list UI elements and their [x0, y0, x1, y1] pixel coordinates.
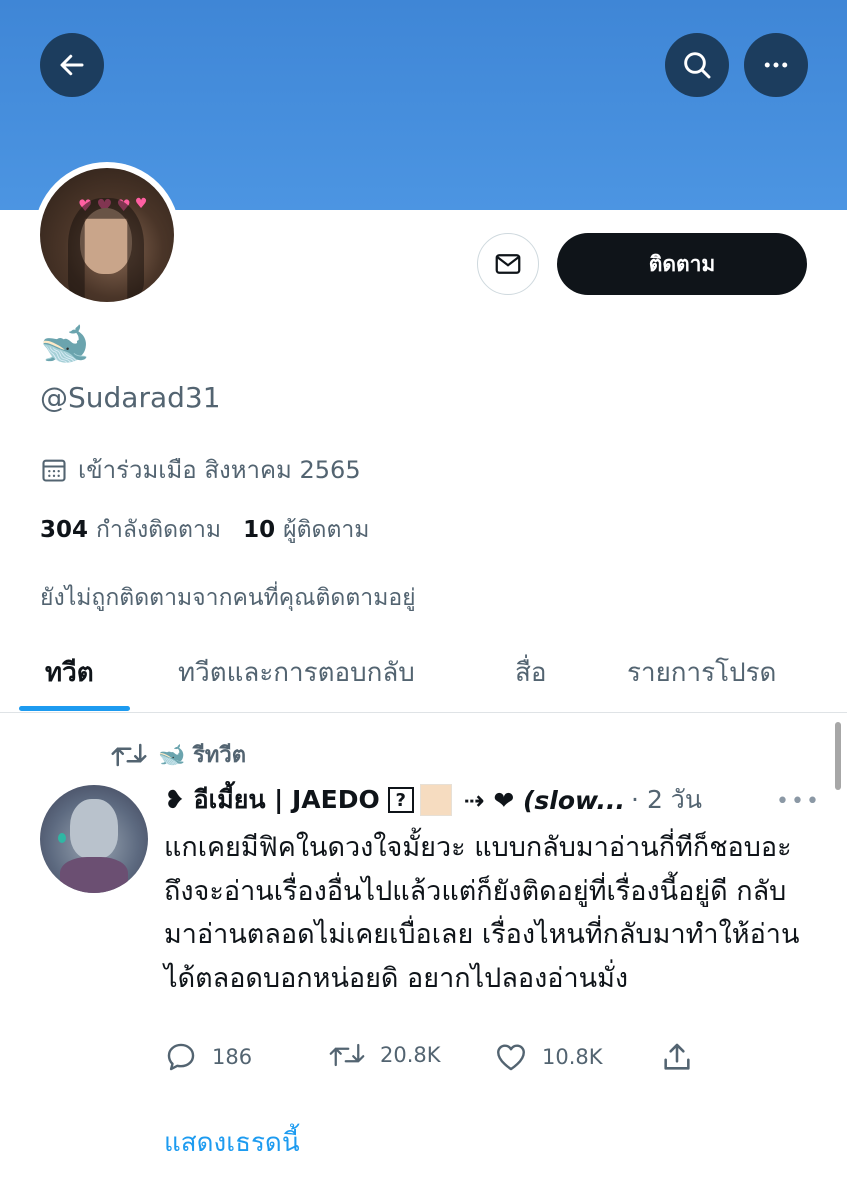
join-date-text: เข้าร่วมเมือ สิงหาคม 2565	[78, 456, 361, 484]
show-thread-link[interactable]: แสดงเธรดนี้	[164, 1122, 300, 1163]
retweet-icon	[111, 743, 147, 766]
tweet-timestamp[interactable]: · 2 วัน	[631, 780, 702, 820]
followers-count: 10	[243, 517, 276, 543]
tweet-text: แกเคยมีฟิคในดวงใจมั้ยวะ แบบกลับมาอ่านกี่…	[164, 832, 800, 994]
follow-button[interactable]: ติดตาม	[557, 233, 807, 295]
scrollbar[interactable]	[835, 722, 841, 790]
share-button[interactable]	[660, 1040, 694, 1074]
profile-avatar[interactable]: ♥♥♥♥	[34, 162, 180, 308]
tweet-author-name-suffix[interactable]: ⇢ ❤ (slow...	[464, 786, 625, 815]
question-box: ?	[387, 787, 414, 813]
like-button[interactable]: 10.8K	[494, 1040, 603, 1074]
reply-button[interactable]: 186	[164, 1040, 252, 1074]
color-swatch	[419, 784, 452, 816]
retweet-indicator[interactable]: 🐋 รีทวีต	[110, 737, 246, 772]
calendar-icon	[42, 459, 66, 482]
message-button[interactable]	[477, 233, 539, 295]
like-icon	[497, 1044, 525, 1071]
like-count: 10.8K	[542, 1045, 603, 1069]
tweet-more-button[interactable]: •••	[776, 789, 821, 814]
tab-tweets-and-replies[interactable]: ทวีตและการตอบกลับ	[178, 652, 415, 693]
retweet-label: 🐋 รีทวีต	[158, 743, 247, 768]
following-count: 304	[40, 517, 89, 543]
reply-icon	[167, 1043, 195, 1071]
profile-handle: @Sudarad31	[40, 381, 221, 414]
following-link[interactable]: 304 กำลังติดตาม	[40, 512, 221, 548]
follow-stats: 304 กำลังติดตาม 10 ผู้ติดตาม	[40, 512, 369, 548]
tab-tweets[interactable]: ทวีต	[45, 652, 94, 693]
tab-media[interactable]: สื่อ	[515, 652, 546, 693]
not-followed-notice: ยังไม่ถูกติดตามจากคนที่คุณติดตามอยู่	[40, 585, 416, 611]
more-icon	[764, 62, 788, 68]
back-button[interactable]	[40, 33, 104, 97]
join-date: เข้าร่วมเมือ สิงหาคม 2565	[40, 450, 361, 489]
avatar-photo: ♥♥♥♥	[40, 168, 174, 302]
display-name: 🐋	[40, 321, 90, 367]
profile-tabs: ทวีต ทวีตและการตอบกลับ สื่อ รายการโปรด	[0, 640, 847, 713]
tweet-author-name[interactable]: ❥ อีเมี้ยน | JAEDO	[164, 780, 380, 820]
tweet-header: ❥ อีเมี้ยน | JAEDO ? ⇢ ❤ (slow... · 2 วั…	[164, 780, 814, 820]
share-icon	[664, 1043, 690, 1070]
followers-label: ผู้ติดตาม	[283, 517, 370, 543]
following-label: กำลังติดตาม	[96, 517, 222, 543]
retweet-icon	[329, 1043, 365, 1067]
followers-link[interactable]: 10 ผู้ติดตาม	[243, 512, 369, 548]
tweet-author-avatar[interactable]	[40, 785, 148, 893]
search-icon	[684, 52, 711, 79]
more-options-button[interactable]	[744, 33, 808, 97]
tab-likes[interactable]: รายการโปรด	[627, 652, 776, 693]
retweet-count: 20.8K	[380, 1043, 441, 1067]
search-button[interactable]	[665, 33, 729, 97]
active-tab-indicator	[19, 706, 130, 711]
reply-count: 186	[212, 1045, 253, 1069]
mail-icon	[495, 254, 521, 274]
tweet-actions: 186 20.8K 10.8K	[164, 1040, 704, 1080]
retweet-button[interactable]: 20.8K	[328, 1040, 441, 1070]
back-arrow-icon	[60, 54, 84, 76]
